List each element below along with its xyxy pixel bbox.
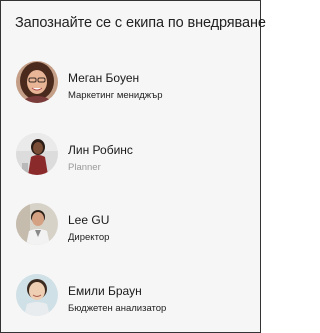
- person-photo-icon: [16, 274, 58, 316]
- card-title: Запознайте се с екипа по внедряване: [15, 15, 266, 31]
- member-item[interactable]: Меган Боуен Маркетинг мениджър: [16, 61, 246, 105]
- team-card: Запознайте се с екипа по внедряване Мега…: [0, 0, 266, 333]
- person-photo-icon: [16, 61, 58, 103]
- member-name: Емили Браун: [68, 284, 142, 298]
- member-item[interactable]: Lee GU Директор: [16, 203, 246, 247]
- member-role: Бюджетен анализатор: [68, 303, 167, 314]
- person-photo-icon: [16, 133, 58, 175]
- member-item[interactable]: Лин Робинс Planner: [16, 133, 246, 177]
- member-role: Директор: [68, 232, 110, 243]
- member-role: Маркетинг мениджър: [68, 90, 163, 101]
- member-item[interactable]: Емили Браун Бюджетен анализатор: [16, 274, 246, 318]
- member-role: Planner: [68, 162, 101, 173]
- member-name: Лин Робинс: [68, 143, 133, 157]
- person-photo-icon: [16, 203, 58, 245]
- member-name: Меган Боуен: [68, 71, 140, 85]
- member-name: Lee GU: [68, 213, 110, 227]
